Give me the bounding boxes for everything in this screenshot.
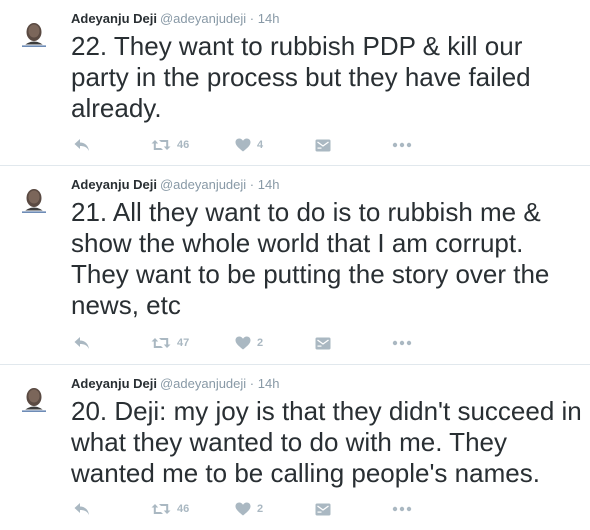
tweet-timestamp[interactable]: 14h bbox=[258, 376, 280, 391]
tweet-timeline: Adeyanju Deji @adeyanjudeji · 14h 22. The… bbox=[0, 0, 590, 530]
retweet-count: 46 bbox=[177, 503, 190, 515]
more-dots-icon bbox=[392, 142, 412, 148]
reply-icon bbox=[74, 138, 90, 152]
tweet-text: 22. They want to rubbish PDP & kill our … bbox=[71, 31, 531, 123]
tweet-card[interactable]: Adeyanju Deji @adeyanjudeji · 14h 22. The… bbox=[0, 0, 590, 166]
tweet-header: Adeyanju Deji @adeyanjudeji · 14h bbox=[71, 11, 279, 27]
tweet-timestamp[interactable]: 14h bbox=[258, 11, 280, 26]
more-dots-icon bbox=[392, 506, 412, 512]
more-button[interactable] bbox=[392, 333, 412, 353]
tweet-text: 21. All they want to do is to rubbish me… bbox=[71, 197, 550, 320]
direct-message-button[interactable] bbox=[315, 333, 331, 353]
author-handle[interactable]: @adeyanjudeji bbox=[160, 177, 246, 192]
author-handle[interactable]: @adeyanjudeji bbox=[160, 376, 246, 391]
reply-button[interactable] bbox=[74, 135, 90, 155]
author-name[interactable]: Adeyanju Deji bbox=[71, 177, 157, 192]
retweet-icon bbox=[151, 502, 171, 516]
profile-avatar[interactable] bbox=[17, 18, 51, 52]
retweet-count: 47 bbox=[177, 337, 190, 349]
more-button[interactable] bbox=[392, 135, 412, 155]
retweet-icon bbox=[151, 336, 171, 350]
direct-message-button[interactable] bbox=[315, 135, 331, 155]
author-name[interactable]: Adeyanju Deji bbox=[71, 11, 157, 26]
tweet-header: Adeyanju Deji @adeyanjudeji · 14h bbox=[71, 177, 279, 193]
direct-message-icon bbox=[315, 503, 331, 516]
retweet-button[interactable]: 46 bbox=[151, 499, 189, 519]
header-separator: · bbox=[249, 177, 255, 192]
retweet-button[interactable]: 47 bbox=[151, 333, 189, 353]
like-button[interactable]: 4 bbox=[235, 135, 263, 155]
heart-icon bbox=[235, 336, 251, 350]
header-separator: · bbox=[249, 11, 255, 26]
tweet-card[interactable]: Adeyanju Deji @adeyanjudeji · 14h 21. All… bbox=[0, 166, 590, 365]
reply-button[interactable] bbox=[74, 333, 90, 353]
tweet-card[interactable]: Adeyanju Deji @adeyanjudeji · 14h 20. Dej… bbox=[0, 365, 590, 530]
like-count: 2 bbox=[257, 337, 264, 349]
author-handle[interactable]: @adeyanjudeji bbox=[160, 11, 246, 26]
heart-icon bbox=[235, 138, 251, 152]
reply-icon bbox=[74, 336, 90, 350]
tweet-actions: 46 2 bbox=[71, 499, 491, 519]
author-name[interactable]: Adeyanju Deji bbox=[71, 376, 157, 391]
tweet-header: Adeyanju Deji @adeyanjudeji · 14h bbox=[71, 376, 279, 392]
profile-avatar[interactable] bbox=[17, 383, 51, 417]
like-button[interactable]: 2 bbox=[235, 499, 263, 519]
tweet-timestamp[interactable]: 14h bbox=[258, 177, 280, 192]
retweet-count: 46 bbox=[177, 139, 190, 151]
more-dots-icon bbox=[392, 340, 412, 346]
reply-icon bbox=[74, 502, 90, 516]
profile-avatar[interactable] bbox=[17, 184, 51, 218]
like-count: 2 bbox=[257, 503, 264, 515]
reply-button[interactable] bbox=[74, 499, 90, 519]
retweet-icon bbox=[151, 138, 171, 152]
tweet-text: 20. Deji: my joy is that they didn't suc… bbox=[71, 396, 582, 488]
direct-message-icon bbox=[315, 139, 331, 152]
heart-icon bbox=[235, 502, 251, 516]
header-separator: · bbox=[249, 376, 255, 391]
tweet-actions: 47 2 bbox=[71, 333, 491, 353]
retweet-button[interactable]: 46 bbox=[151, 135, 189, 155]
like-button[interactable]: 2 bbox=[235, 333, 263, 353]
direct-message-icon bbox=[315, 337, 331, 350]
direct-message-button[interactable] bbox=[315, 499, 331, 519]
like-count: 4 bbox=[257, 139, 264, 151]
tweet-actions: 46 4 bbox=[71, 135, 491, 155]
more-button[interactable] bbox=[392, 499, 412, 519]
